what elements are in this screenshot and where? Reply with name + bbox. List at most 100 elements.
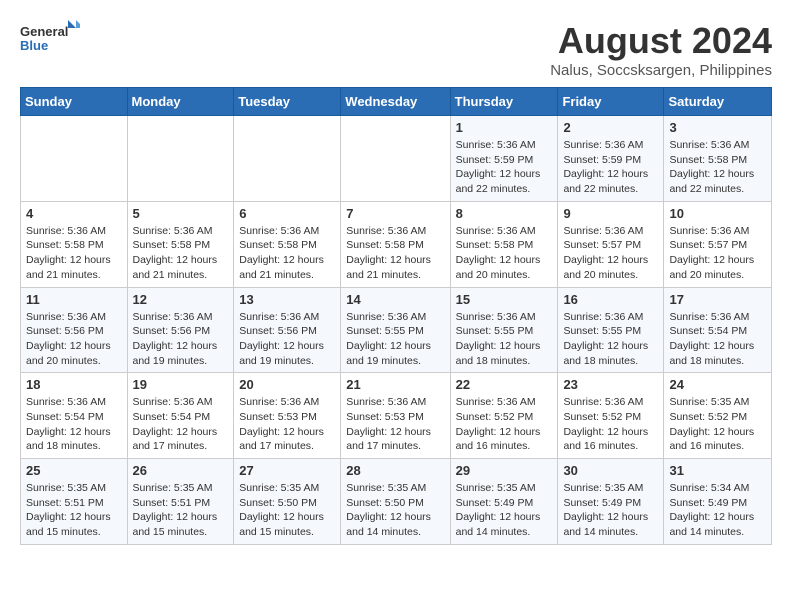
calendar-day-cell: 16 Sunrise: 5:36 AM Sunset: 5:55 PM Dayli… bbox=[558, 287, 664, 373]
calendar-day-cell: 10Sunrise: 5:36 AM Sunset: 5:57 PM Dayli… bbox=[664, 201, 772, 287]
calendar-day-cell: 3 Sunrise: 5:36 AM Sunset: 5:58 PM Daylig… bbox=[664, 116, 772, 202]
svg-text:Blue: Blue bbox=[20, 38, 48, 53]
calendar-day-cell: 22 Sunrise: 5:36 AM Sunset: 5:52 PM Dayli… bbox=[450, 373, 558, 459]
day-info: Sunrise: 5:35 AM Sunset: 5:49 PM Dayligh… bbox=[456, 481, 553, 540]
calendar-day-cell: 28 Sunrise: 5:35 AM Sunset: 5:50 PM Dayli… bbox=[341, 459, 450, 545]
weekday-header: Monday bbox=[127, 88, 234, 116]
day-number: 3 bbox=[669, 120, 766, 135]
calendar-day-cell: 23Sunrise: 5:36 AM Sunset: 5:52 PM Dayli… bbox=[558, 373, 664, 459]
day-number: 15 bbox=[456, 292, 553, 307]
weekday-header: Thursday bbox=[450, 88, 558, 116]
calendar-week-row: 11 Sunrise: 5:36 AM Sunset: 5:56 PM Dayli… bbox=[21, 287, 772, 373]
day-number: 30 bbox=[563, 463, 658, 478]
calendar-week-row: 25 Sunrise: 5:35 AM Sunset: 5:51 PM Dayli… bbox=[21, 459, 772, 545]
day-info: Sunrise: 5:35 AM Sunset: 5:50 PM Dayligh… bbox=[346, 481, 444, 540]
calendar-day-cell: 15 Sunrise: 5:36 AM Sunset: 5:55 PM Dayli… bbox=[450, 287, 558, 373]
calendar-header-row: SundayMondayTuesdayWednesdayThursdayFrid… bbox=[21, 88, 772, 116]
day-info: Sunrise: 5:36 AM Sunset: 5:58 PM Dayligh… bbox=[669, 138, 766, 197]
calendar-day-cell: 26 Sunrise: 5:35 AM Sunset: 5:51 PM Dayli… bbox=[127, 459, 234, 545]
day-info: Sunrise: 5:36 AM Sunset: 5:55 PM Dayligh… bbox=[563, 310, 658, 369]
calendar-day-cell bbox=[21, 116, 128, 202]
day-info: Sunrise: 5:36 AM Sunset: 5:55 PM Dayligh… bbox=[456, 310, 553, 369]
calendar-day-cell bbox=[127, 116, 234, 202]
day-number: 11 bbox=[26, 292, 122, 307]
day-info: Sunrise: 5:35 AM Sunset: 5:51 PM Dayligh… bbox=[133, 481, 229, 540]
day-number: 12 bbox=[133, 292, 229, 307]
calendar-day-cell: 19Sunrise: 5:36 AM Sunset: 5:54 PM Dayli… bbox=[127, 373, 234, 459]
calendar-day-cell: 8 Sunrise: 5:36 AM Sunset: 5:58 PM Daylig… bbox=[450, 201, 558, 287]
day-info: Sunrise: 5:36 AM Sunset: 5:59 PM Dayligh… bbox=[456, 138, 553, 197]
weekday-header: Wednesday bbox=[341, 88, 450, 116]
day-number: 23 bbox=[563, 377, 658, 392]
logo-svg: General Blue bbox=[20, 20, 80, 64]
day-info: Sunrise: 5:36 AM Sunset: 5:58 PM Dayligh… bbox=[26, 224, 122, 283]
calendar-day-cell: 17 Sunrise: 5:36 AM Sunset: 5:54 PM Dayli… bbox=[664, 287, 772, 373]
calendar-week-row: 4 Sunrise: 5:36 AM Sunset: 5:58 PM Daylig… bbox=[21, 201, 772, 287]
calendar-day-cell: 20 Sunrise: 5:36 AM Sunset: 5:53 PM Dayli… bbox=[234, 373, 341, 459]
weekday-header: Tuesday bbox=[234, 88, 341, 116]
day-number: 31 bbox=[669, 463, 766, 478]
day-number: 21 bbox=[346, 377, 444, 392]
day-number: 28 bbox=[346, 463, 444, 478]
calendar-day-cell: 2 Sunrise: 5:36 AM Sunset: 5:59 PM Daylig… bbox=[558, 116, 664, 202]
calendar-day-cell: 6Sunrise: 5:36 AM Sunset: 5:58 PM Daylig… bbox=[234, 201, 341, 287]
location-subtitle: Nalus, Soccsksargen, Philippines bbox=[550, 62, 772, 79]
day-number: 17 bbox=[669, 292, 766, 307]
calendar-day-cell bbox=[341, 116, 450, 202]
day-number: 2 bbox=[563, 120, 658, 135]
day-info: Sunrise: 5:35 AM Sunset: 5:51 PM Dayligh… bbox=[26, 481, 122, 540]
day-info: Sunrise: 5:36 AM Sunset: 5:54 PM Dayligh… bbox=[26, 395, 122, 454]
day-info: Sunrise: 5:36 AM Sunset: 5:54 PM Dayligh… bbox=[669, 310, 766, 369]
calendar-day-cell: 21 Sunrise: 5:36 AM Sunset: 5:53 PM Dayli… bbox=[341, 373, 450, 459]
day-number: 16 bbox=[563, 292, 658, 307]
day-info: Sunrise: 5:35 AM Sunset: 5:52 PM Dayligh… bbox=[669, 395, 766, 454]
calendar-day-cell: 18Sunrise: 5:36 AM Sunset: 5:54 PM Dayli… bbox=[21, 373, 128, 459]
day-info: Sunrise: 5:36 AM Sunset: 5:59 PM Dayligh… bbox=[563, 138, 658, 197]
calendar-day-cell: 12Sunrise: 5:36 AM Sunset: 5:56 PM Dayli… bbox=[127, 287, 234, 373]
weekday-header: Sunday bbox=[21, 88, 128, 116]
day-info: Sunrise: 5:36 AM Sunset: 5:52 PM Dayligh… bbox=[456, 395, 553, 454]
day-number: 29 bbox=[456, 463, 553, 478]
day-number: 26 bbox=[133, 463, 229, 478]
day-info: Sunrise: 5:36 AM Sunset: 5:53 PM Dayligh… bbox=[239, 395, 335, 454]
calendar-day-cell: 11 Sunrise: 5:36 AM Sunset: 5:56 PM Dayli… bbox=[21, 287, 128, 373]
svg-text:General: General bbox=[20, 24, 68, 39]
day-number: 6 bbox=[239, 206, 335, 221]
day-info: Sunrise: 5:35 AM Sunset: 5:50 PM Dayligh… bbox=[239, 481, 335, 540]
day-info: Sunrise: 5:36 AM Sunset: 5:56 PM Dayligh… bbox=[239, 310, 335, 369]
logo: General Blue bbox=[20, 20, 80, 64]
calendar-day-cell: 31 Sunrise: 5:34 AM Sunset: 5:49 PM Dayli… bbox=[664, 459, 772, 545]
day-info: Sunrise: 5:36 AM Sunset: 5:53 PM Dayligh… bbox=[346, 395, 444, 454]
calendar-day-cell: 24 Sunrise: 5:35 AM Sunset: 5:52 PM Dayli… bbox=[664, 373, 772, 459]
day-number: 20 bbox=[239, 377, 335, 392]
calendar-day-cell: 29 Sunrise: 5:35 AM Sunset: 5:49 PM Dayli… bbox=[450, 459, 558, 545]
day-info: Sunrise: 5:36 AM Sunset: 5:58 PM Dayligh… bbox=[133, 224, 229, 283]
weekday-header: Saturday bbox=[664, 88, 772, 116]
calendar-day-cell bbox=[234, 116, 341, 202]
day-number: 27 bbox=[239, 463, 335, 478]
weekday-header: Friday bbox=[558, 88, 664, 116]
day-info: Sunrise: 5:36 AM Sunset: 5:55 PM Dayligh… bbox=[346, 310, 444, 369]
day-info: Sunrise: 5:36 AM Sunset: 5:57 PM Dayligh… bbox=[669, 224, 766, 283]
title-block: August 2024 Nalus, Soccsksargen, Philipp… bbox=[550, 20, 772, 79]
day-info: Sunrise: 5:36 AM Sunset: 5:58 PM Dayligh… bbox=[346, 224, 444, 283]
day-info: Sunrise: 5:36 AM Sunset: 5:57 PM Dayligh… bbox=[563, 224, 658, 283]
day-number: 22 bbox=[456, 377, 553, 392]
calendar-week-row: 1Sunrise: 5:36 AM Sunset: 5:59 PM Daylig… bbox=[21, 116, 772, 202]
day-info: Sunrise: 5:34 AM Sunset: 5:49 PM Dayligh… bbox=[669, 481, 766, 540]
day-info: Sunrise: 5:35 AM Sunset: 5:49 PM Dayligh… bbox=[563, 481, 658, 540]
day-number: 4 bbox=[26, 206, 122, 221]
day-number: 24 bbox=[669, 377, 766, 392]
day-info: Sunrise: 5:36 AM Sunset: 5:58 PM Dayligh… bbox=[456, 224, 553, 283]
month-year-title: August 2024 bbox=[550, 20, 772, 62]
calendar-day-cell: 25 Sunrise: 5:35 AM Sunset: 5:51 PM Dayli… bbox=[21, 459, 128, 545]
calendar-day-cell: 1Sunrise: 5:36 AM Sunset: 5:59 PM Daylig… bbox=[450, 116, 558, 202]
day-number: 8 bbox=[456, 206, 553, 221]
day-number: 14 bbox=[346, 292, 444, 307]
day-info: Sunrise: 5:36 AM Sunset: 5:56 PM Dayligh… bbox=[26, 310, 122, 369]
calendar-day-cell: 7Sunrise: 5:36 AM Sunset: 5:58 PM Daylig… bbox=[341, 201, 450, 287]
calendar-day-cell: 4 Sunrise: 5:36 AM Sunset: 5:58 PM Daylig… bbox=[21, 201, 128, 287]
page-header: General Blue August 2024 Nalus, Soccsksa… bbox=[20, 20, 772, 79]
day-number: 25 bbox=[26, 463, 122, 478]
calendar-day-cell: 27 Sunrise: 5:35 AM Sunset: 5:50 PM Dayli… bbox=[234, 459, 341, 545]
